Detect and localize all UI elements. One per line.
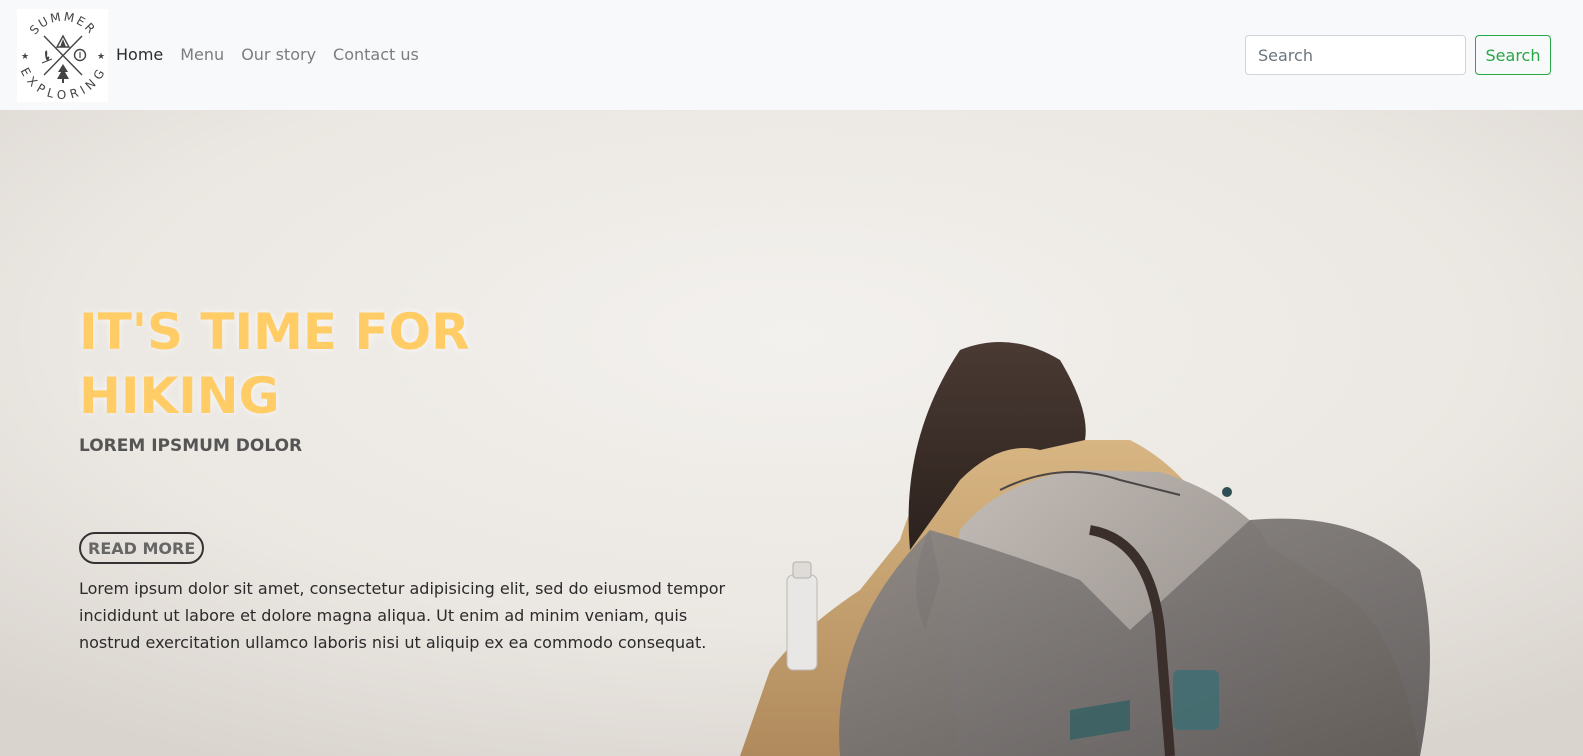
svg-text:★: ★ [21,52,29,62]
hero-paragraph: Lorem ipsum dolor sit amet, consectetur … [79,579,726,652]
hero-subtitle: LOREM IPSMUM DOLOR [79,436,303,456]
summer-exploring-logo-icon: SUMMER EXPLORING ★ ★ [18,10,107,102]
hiker-background-image [0,110,1583,756]
search-button[interactable]: Search [1475,35,1551,75]
nav-link-menu[interactable]: Menu [180,44,224,66]
nav-link-home[interactable]: Home [116,44,163,66]
svg-text:★: ★ [97,52,105,62]
navbar: SUMMER EXPLORING ★ ★ Home Menu Our story… [0,0,1583,110]
search-input[interactable] [1245,35,1466,75]
main-nav: Home Menu Our story Contact us [116,44,436,66]
brand-logo[interactable]: SUMMER EXPLORING ★ ★ [17,9,108,102]
hero-title: IT'S TIME FOR HIKING [79,303,470,425]
nav-link-our-story[interactable]: Our story [241,44,316,66]
svg-text:SUMMER: SUMMER [27,10,99,38]
hero-banner: IT'S TIME FOR HIKING LOREM IPSMUM DOLOR … [0,110,1583,756]
read-more-button[interactable]: READ MORE [79,532,205,564]
nav-link-contact-us[interactable]: Contact us [333,44,419,66]
